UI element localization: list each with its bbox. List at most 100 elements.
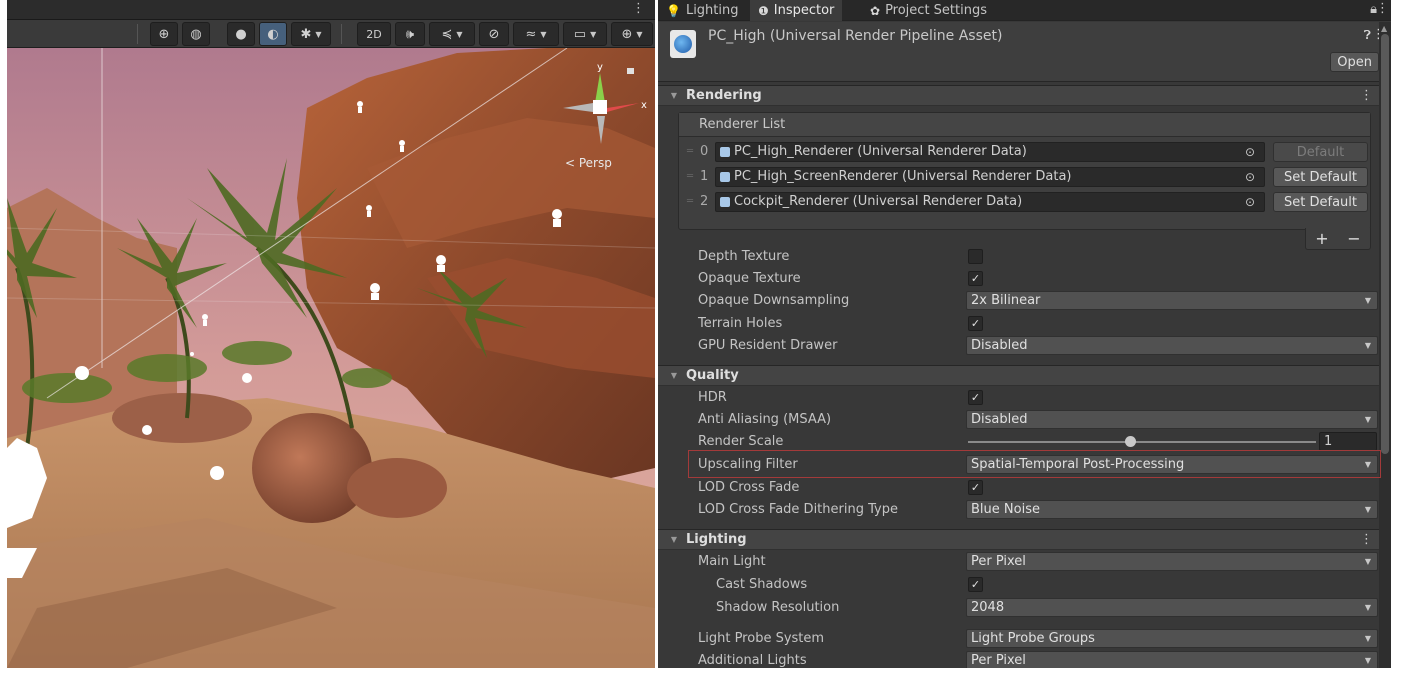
help-icon[interactable]: ❓︎ — [1364, 28, 1371, 43]
object-picker-icon[interactable]: ⊙ — [1245, 145, 1255, 159]
renderer-data-icon — [720, 147, 730, 157]
render-scale-slider-handle[interactable] — [1125, 436, 1136, 447]
section-lighting[interactable]: ▼ Lighting ⋮ — [658, 529, 1379, 550]
wireframe-sphere-icon[interactable]: ◐ — [259, 22, 287, 46]
scroll-up-icon[interactable]: ▲ — [1381, 24, 1387, 33]
drag-handle-icon[interactable]: ═ — [687, 196, 693, 207]
gpu-resident-drawer-dropdown[interactable]: Disabled ▼ — [966, 336, 1378, 355]
more-options-icon[interactable]: ⋮ — [1360, 88, 1373, 103]
renderer-index: 2 — [700, 194, 709, 209]
more-options-icon[interactable]: ⋮ — [632, 1, 645, 16]
renderer-row[interactable]: ═ 0 PC_High_Renderer (Universal Renderer… — [679, 141, 1370, 163]
prop-label: Opaque Downsampling — [698, 293, 850, 308]
prop-label: Depth Texture — [698, 249, 790, 264]
prop-terrain-holes: Terrain Holes ✓ — [658, 313, 1379, 335]
dropdown-value: Disabled — [971, 412, 1028, 427]
renderer-row[interactable]: ═ 1 PC_High_ScreenRenderer (Universal Re… — [679, 166, 1370, 188]
prop-opaque-downsampling: Opaque Downsampling 2x Bilinear ▼ — [658, 290, 1379, 312]
depth-texture-checkbox[interactable] — [968, 249, 983, 264]
effects-icon[interactable]: ≼ ▼ — [429, 22, 475, 46]
chevron-down-icon: ▼ — [1364, 557, 1371, 566]
inspector-scrollbar[interactable]: ▲ — [1379, 22, 1391, 668]
lod-dithering-dropdown[interactable]: Blue Noise ▼ — [966, 500, 1378, 519]
dropdown-value: Blue Noise — [971, 502, 1040, 517]
shaded-sphere-icon[interactable]: ● — [227, 22, 255, 46]
pipeline-asset-icon — [670, 30, 696, 58]
chevron-down-icon: ▼ — [1364, 505, 1371, 514]
more-options-icon[interactable]: ⋮ — [1376, 1, 1389, 16]
prop-additional-lights: Additional Lights Per Pixel ▼ — [658, 650, 1379, 668]
tab-label: Project Settings — [885, 3, 987, 18]
inspector-window: 💡 Lighting ❶ Inspector ✿ Project Setting… — [658, 0, 1391, 668]
prop-light-probe-system: Light Probe System Light Probe Groups ▼ — [658, 628, 1379, 650]
prop-depth-texture: Depth Texture — [658, 246, 1379, 268]
tab-project-settings[interactable]: ✿ Project Settings — [862, 0, 995, 21]
hidden-objects-icon[interactable]: ⊘ — [479, 22, 509, 46]
perspective-label[interactable]: < Persp — [565, 156, 612, 170]
lod-cross-fade-checkbox[interactable]: ✓ — [968, 480, 983, 495]
cast-shadows-checkbox[interactable]: ✓ — [968, 577, 983, 592]
tab-inspector[interactable]: ❶ Inspector — [750, 0, 843, 21]
asset-header: PC_High (Universal Render Pipeline Asset… — [658, 22, 1391, 82]
orientation-icon[interactable]: ⊕ ▼ — [611, 22, 653, 46]
asset-title: PC_High (Universal Render Pipeline Asset… — [708, 28, 1003, 44]
hdr-checkbox[interactable]: ✓ — [968, 390, 983, 405]
foldout-arrow-icon[interactable]: ▼ — [664, 91, 684, 100]
renderer-name: PC_High_Renderer (Universal Renderer Dat… — [734, 144, 1027, 159]
renderer-object-field[interactable]: Cockpit_Renderer (Universal Renderer Dat… — [715, 192, 1265, 212]
tab-bar: 💡 Lighting ❶ Inspector ✿ Project Setting… — [658, 0, 1391, 21]
additional-lights-dropdown[interactable]: Per Pixel ▼ — [966, 651, 1378, 668]
renderer-name: Cockpit_Renderer (Universal Renderer Dat… — [734, 194, 1023, 209]
set-default-button[interactable]: Set Default — [1273, 192, 1368, 212]
renderer-row[interactable]: ═ 2 Cockpit_Renderer (Universal Renderer… — [679, 191, 1370, 213]
renderer-index: 1 — [700, 169, 709, 184]
render-scale-input[interactable]: 1 — [1319, 432, 1377, 451]
global-icon[interactable]: ⊕ — [150, 22, 178, 46]
section-quality[interactable]: ▼ Quality — [658, 365, 1379, 386]
prop-label: Light Probe System — [698, 631, 825, 646]
shadow-resolution-dropdown[interactable]: 2048 ▼ — [966, 598, 1378, 617]
renderer-list: Renderer List ═ 0 PC_High_Renderer (Univ… — [678, 112, 1371, 230]
renderer-object-field[interactable]: PC_High_Renderer (Universal Renderer Dat… — [715, 142, 1265, 162]
light-probe-system-dropdown[interactable]: Light Probe Groups ▼ — [966, 629, 1378, 648]
terrain-holes-checkbox[interactable]: ✓ — [968, 316, 983, 331]
debug-draw-icon[interactable]: ✱ ▼ — [291, 22, 331, 46]
opaque-downsampling-dropdown[interactable]: 2x Bilinear ▼ — [966, 291, 1378, 310]
prop-label: Anti Aliasing (MSAA) — [698, 412, 832, 427]
main-light-dropdown[interactable]: Per Pixel ▼ — [966, 552, 1378, 571]
prop-label: Opaque Texture — [698, 271, 801, 286]
opaque-texture-checkbox[interactable]: ✓ — [968, 271, 983, 286]
prop-label: Cast Shadows — [716, 577, 808, 592]
foldout-arrow-icon[interactable]: ▼ — [664, 371, 684, 380]
scrollbar-thumb[interactable] — [1381, 34, 1389, 454]
svg-text:x: x — [641, 100, 647, 111]
prop-anti-aliasing: Anti Aliasing (MSAA) Disabled ▼ — [658, 409, 1379, 431]
chevron-down-icon: ▼ — [1364, 415, 1371, 424]
scene-view[interactable]: ⋮ ⊕ ◍ ● ◐ ✱ ▼ 2D 🕪 ≼ ▼ ⊘ ≈ ▼ ▭ ▼ ⊕ ▼ y x… — [7, 0, 655, 668]
chevron-down-icon: ▼ — [1364, 656, 1371, 665]
drag-handle-icon[interactable]: ═ — [687, 146, 693, 157]
foldout-arrow-icon[interactable]: ▼ — [664, 535, 684, 544]
audio-toggle-icon[interactable]: 🕪 — [395, 22, 425, 46]
upscaling-filter-dropdown[interactable]: Spatial-Temporal Post-Processing ▼ — [966, 455, 1378, 474]
more-options-icon[interactable]: ⋮ — [1360, 532, 1373, 547]
2d-toggle-button[interactable]: 2D — [357, 22, 391, 46]
section-rendering[interactable]: ▼ Rendering ⋮ — [658, 85, 1379, 106]
tab-lighting[interactable]: 💡 Lighting — [658, 0, 747, 21]
open-button[interactable]: Open — [1330, 52, 1379, 72]
pivot-icon[interactable]: ◍ — [182, 22, 210, 46]
object-picker-icon[interactable]: ⊙ — [1245, 195, 1255, 209]
anti-aliasing-dropdown[interactable]: Disabled ▼ — [966, 410, 1378, 429]
renderer-data-icon — [720, 172, 730, 182]
set-default-button[interactable]: Set Default — [1273, 167, 1368, 187]
renderer-object-field[interactable]: PC_High_ScreenRenderer (Universal Render… — [715, 167, 1265, 187]
object-picker-icon[interactable]: ⊙ — [1245, 170, 1255, 184]
render-scale-slider[interactable] — [968, 441, 1316, 443]
drag-handle-icon[interactable]: ═ — [687, 171, 693, 182]
prop-label: GPU Resident Drawer — [698, 338, 838, 353]
scene-viewport[interactable]: y x < Persp — [7, 48, 655, 668]
dropdown-value: 2x Bilinear — [971, 293, 1041, 308]
gizmos-icon[interactable]: ▭ ▼ — [563, 22, 607, 46]
camera-icon[interactable]: ≈ ▼ — [513, 22, 559, 46]
renderer-list-header: Renderer List — [679, 113, 1370, 137]
